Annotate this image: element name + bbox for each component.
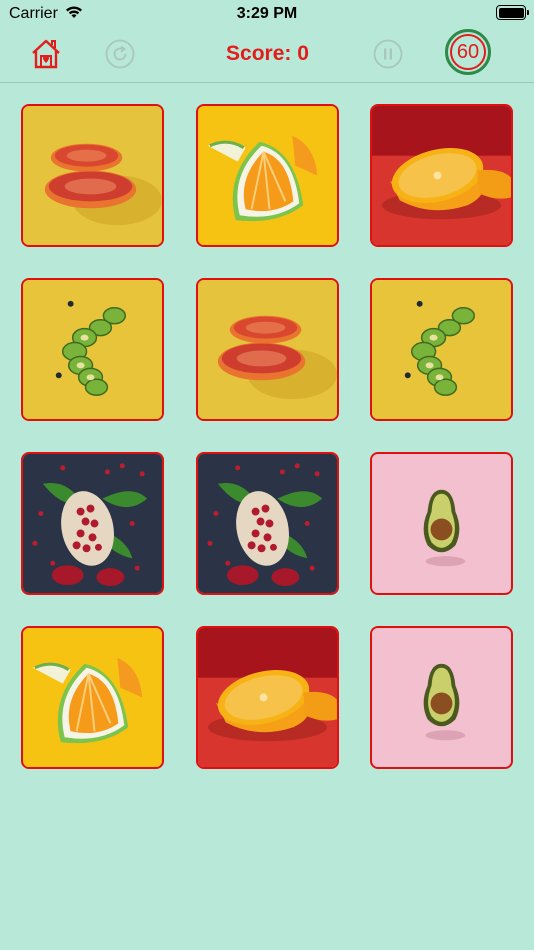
- restart-button[interactable]: [105, 39, 135, 69]
- pause-icon: [373, 39, 403, 69]
- timer-value: 60: [450, 34, 486, 70]
- home-icon: [32, 39, 60, 69]
- score-value: 0: [297, 42, 309, 65]
- card-pomegranate[interactable]: [196, 452, 339, 595]
- card-pomegranate[interactable]: [21, 452, 164, 595]
- card-orange-wedge[interactable]: [196, 104, 339, 247]
- card-orange-half[interactable]: [370, 104, 513, 247]
- card-blood-orange[interactable]: [196, 278, 339, 421]
- game-toolbar: Score: 0 60: [0, 28, 534, 82]
- status-time: 3:29 PM: [236, 5, 298, 22]
- score-label: Score:: [226, 42, 292, 65]
- card-orange-half[interactable]: [196, 626, 339, 769]
- card-blood-orange[interactable]: [21, 104, 164, 247]
- countdown-timer: 60: [445, 29, 491, 75]
- card-orange-wedge[interactable]: [21, 626, 164, 769]
- pause-button[interactable]: [373, 39, 403, 69]
- toolbar-divider: [0, 82, 534, 83]
- card-kiwi[interactable]: [370, 278, 513, 421]
- status-bar: Carrier 3:29 PM: [0, 0, 534, 28]
- card-avocado[interactable]: [370, 626, 513, 769]
- card-kiwi[interactable]: [21, 278, 164, 421]
- battery-icon: [496, 5, 529, 20]
- score-display: Score: 0: [190, 42, 345, 66]
- home-button[interactable]: [28, 36, 64, 72]
- card-avocado[interactable]: [370, 452, 513, 595]
- restart-icon: [105, 39, 135, 69]
